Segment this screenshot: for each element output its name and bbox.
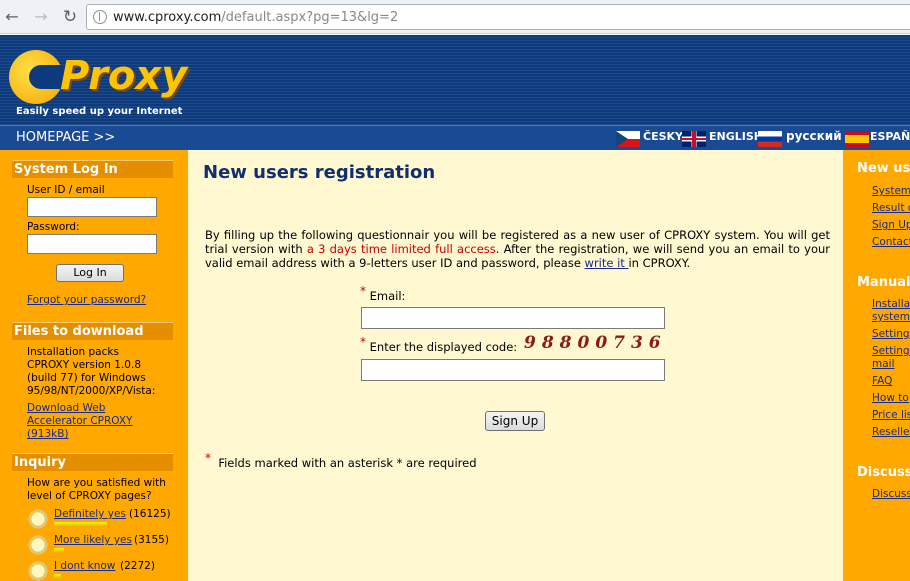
login-button[interactable]: Log In xyxy=(56,264,124,282)
lang-czech[interactable]: ČESKY xyxy=(643,130,683,143)
right-section-title: Manuals xyxy=(857,275,910,290)
code-input[interactable] xyxy=(361,359,665,381)
left-sidebar: System Log In User ID / email Password: … xyxy=(0,150,188,581)
vote-count: (16125) xyxy=(129,508,171,520)
vote-sun-icon[interactable] xyxy=(27,560,49,581)
forgot-password-link[interactable]: Forgot your password? xyxy=(27,294,146,306)
url-host: www.cproxy.com xyxy=(113,10,222,25)
browser-toolbar: ← → ↻ www.cproxy.com/default.aspx?pg=13&… xyxy=(0,0,910,34)
vote-sun-icon[interactable] xyxy=(27,508,49,530)
homepage-link[interactable]: HOMEPAGE >> xyxy=(16,130,115,145)
login-box-title: System Log In xyxy=(12,160,173,178)
vote-bar xyxy=(54,548,64,552)
captcha-image: 98800736 xyxy=(524,333,667,353)
right-section-title: Discussi xyxy=(857,465,910,480)
right-link[interactable]: Price list xyxy=(872,409,910,421)
tagline: Easily speed up your Internet xyxy=(16,106,183,117)
download-link[interactable]: Download Web Accelerator CPROXY (913kB) xyxy=(27,402,167,441)
intro-highlight: a 3 days time limited full access xyxy=(306,242,496,256)
right-link[interactable]: How to xyxy=(872,392,909,404)
userid-label: User ID / email xyxy=(27,184,105,196)
required-note: * Fields marked with an asterisk * are r… xyxy=(205,451,477,470)
uk-flag-icon[interactable] xyxy=(682,131,706,147)
right-link[interactable]: Reseller xyxy=(872,426,910,438)
right-link[interactable]: system xyxy=(872,311,910,323)
right-link[interactable]: FAQ xyxy=(872,375,892,387)
main-content: New users registration By filling up the… xyxy=(188,150,843,581)
files-description: Installation packs CPROXY version 1.0.8 … xyxy=(27,346,156,397)
spanish-flag-icon[interactable] xyxy=(845,131,869,147)
right-section-title: New use xyxy=(857,161,910,176)
right-link[interactable]: System xyxy=(872,185,910,197)
right-link[interactable]: Installat xyxy=(872,298,910,310)
vote-count: (3155) xyxy=(134,534,169,546)
required-asterisk: * xyxy=(360,335,366,349)
required-asterisk: * xyxy=(205,451,211,465)
write-it-link[interactable]: write it xyxy=(585,256,629,270)
right-link[interactable]: Setting xyxy=(872,328,910,340)
right-link[interactable]: Discussi xyxy=(872,488,910,500)
lang-russian[interactable]: русский xyxy=(786,129,842,143)
intro-paragraph: By filling up the following questionnair… xyxy=(205,228,830,270)
czech-flag-icon[interactable] xyxy=(616,131,640,147)
nav-bar: HOMEPAGE >> ČESKY ENGLISH русский ESPAÑO… xyxy=(0,125,910,150)
url-path: /default.aspx?pg=13&lg=2 xyxy=(221,10,399,25)
right-sidebar: New use System Result c Sign Up Contact … xyxy=(843,150,910,581)
address-bar[interactable]: www.cproxy.com/default.aspx?pg=13&lg=2 xyxy=(86,4,910,30)
right-link[interactable]: mail xyxy=(872,358,895,370)
right-link[interactable]: Settings xyxy=(872,345,910,357)
code-label-text: Enter the displayed code: xyxy=(369,340,518,354)
lang-english[interactable]: ENGLISH xyxy=(709,130,763,143)
email-label-text: Email: xyxy=(369,289,406,303)
vote-option-link[interactable]: More likely yes xyxy=(54,534,132,546)
russian-flag-icon[interactable] xyxy=(758,131,782,147)
vote-bar xyxy=(54,522,107,526)
url-text[interactable]: www.cproxy.com/default.aspx?pg=13&lg=2 xyxy=(113,10,398,25)
password-input[interactable] xyxy=(27,234,157,254)
right-link[interactable]: Result c xyxy=(872,202,910,214)
inquiry-box-title: Inquiry xyxy=(12,453,173,471)
page-title: New users registration xyxy=(203,162,436,183)
inquiry-question: How are you satisfied with level of CPRO… xyxy=(27,477,166,502)
vote-option-link[interactable]: Definitely yes xyxy=(54,508,126,520)
userid-input[interactable] xyxy=(27,197,157,217)
logo-c-icon[interactable] xyxy=(9,50,69,104)
site-header: Proxy Easily speed up your Internet xyxy=(0,35,910,125)
vote-sun-icon[interactable] xyxy=(27,534,49,556)
vote-option-link[interactable]: I dont know xyxy=(54,560,115,572)
signup-button[interactable]: Sign Up xyxy=(485,411,545,431)
email-label: * Email: xyxy=(360,284,406,303)
lang-spanish[interactable]: ESPAÑOL xyxy=(870,130,910,143)
required-note-text: Fields marked with an asterisk * are req… xyxy=(218,456,477,470)
vote-count: (2272) xyxy=(120,560,155,572)
email-input[interactable] xyxy=(361,307,665,329)
logo-text[interactable]: Proxy xyxy=(60,53,187,99)
intro-text: in CPROXY. xyxy=(628,256,691,270)
back-arrow-icon[interactable]: ← xyxy=(2,7,22,27)
password-label: Password: xyxy=(27,221,80,233)
files-box-title: Files to download xyxy=(12,322,173,340)
required-asterisk: * xyxy=(360,284,366,298)
reload-icon[interactable]: ↻ xyxy=(60,7,80,27)
right-link[interactable]: Sign Up xyxy=(872,219,910,231)
forward-arrow-icon[interactable]: → xyxy=(31,7,51,27)
page-info-icon[interactable] xyxy=(93,10,107,24)
right-link[interactable]: Contact xyxy=(872,236,910,248)
vote-bar xyxy=(54,574,61,578)
code-label: * Enter the displayed code: xyxy=(360,335,518,354)
